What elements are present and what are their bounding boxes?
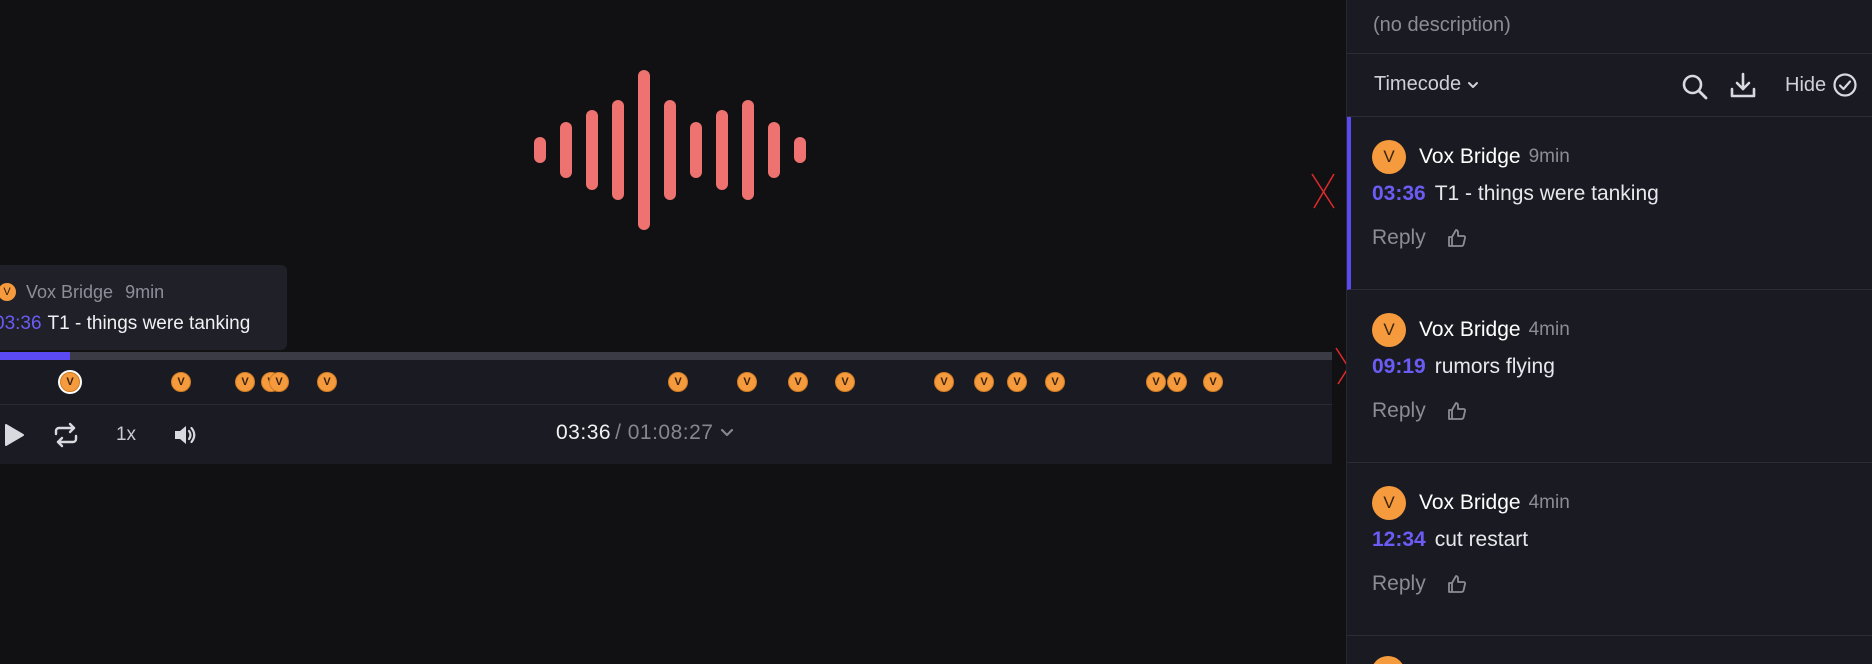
check-circle-icon xyxy=(1833,73,1857,97)
comment-marker[interactable]: V xyxy=(1045,372,1065,392)
loop-button[interactable] xyxy=(50,419,82,451)
comments-panel: (no description) Timecode Hide V Vox Bri… xyxy=(1346,0,1872,664)
tooltip-text: T1 - things were tanking xyxy=(47,313,251,334)
comment-marker[interactable]: V xyxy=(1007,372,1027,392)
progress-track[interactable] xyxy=(0,352,1332,360)
current-time: 03:36 xyxy=(556,421,612,444)
loop-icon xyxy=(54,422,78,448)
comment-marker[interactable]: V xyxy=(1203,372,1223,392)
comment-item[interactable]: V Vox Bridge 9min 03:36 T1 - things were… xyxy=(1347,117,1872,290)
like-button[interactable] xyxy=(1446,573,1468,595)
comment-marker[interactable]: V xyxy=(835,372,855,392)
waveform-bar xyxy=(534,137,546,163)
comment-marker[interactable]: V xyxy=(171,372,191,392)
comments-toolbar: Timecode Hide xyxy=(1347,54,1872,117)
comment-marker[interactable]: V xyxy=(317,372,337,392)
comment-time-ago: 4min xyxy=(1528,491,1570,513)
annotation-x-mark xyxy=(1311,173,1335,209)
comment-marker[interactable]: V xyxy=(788,372,808,392)
comment-marker[interactable]: V xyxy=(1146,372,1166,392)
comment-marker[interactable]: V xyxy=(668,372,688,392)
time-readout[interactable]: 03:36 / 01:08:27 xyxy=(556,421,735,445)
reply-button[interactable]: Reply xyxy=(1372,572,1426,596)
comment-text: rumors flying xyxy=(1434,355,1555,378)
waveform-bar xyxy=(586,110,598,190)
play-icon xyxy=(5,424,24,446)
comment-marker[interactable]: V xyxy=(1167,372,1187,392)
volume-button[interactable] xyxy=(170,419,200,451)
description-row: (no description) xyxy=(1347,0,1872,54)
playback-speed-label: 1x xyxy=(115,424,137,445)
reply-button[interactable]: Reply xyxy=(1372,399,1426,423)
media-player: V Vox Bridge 9min 03:36 T1 - things were… xyxy=(0,0,1346,664)
comment-timecode[interactable]: 12:34 xyxy=(1372,528,1426,552)
tooltip-timecode: 03:36 xyxy=(0,313,42,334)
comment-marker[interactable]: V xyxy=(235,372,255,392)
comment-item[interactable]: V Vox Bridge 4min 09:19 rumors flying Re… xyxy=(1347,290,1872,463)
comment-timecode[interactable]: 09:19 xyxy=(1372,355,1426,379)
timeline-scrubber[interactable]: VVVVVVVVVVVVVVVVV xyxy=(0,352,1332,404)
avatar: V xyxy=(1372,312,1406,347)
tooltip-avatar: V xyxy=(0,283,16,301)
waveform-bar xyxy=(716,110,728,190)
waveform-bar xyxy=(560,122,572,178)
waveform-bar xyxy=(742,100,754,200)
waveform-bar xyxy=(768,122,780,178)
download-icon xyxy=(1730,72,1756,98)
comment-marker[interactable]: V xyxy=(269,372,289,392)
chevron-down-icon xyxy=(1468,81,1479,88)
volume-icon xyxy=(175,426,196,444)
tooltip-time-ago: 9min xyxy=(125,281,165,302)
search-icon xyxy=(1682,74,1708,100)
waveform-bar xyxy=(794,137,806,163)
comment-author: Vox Bridge xyxy=(1419,317,1521,341)
waveform-bar xyxy=(638,70,650,230)
reply-button[interactable]: Reply xyxy=(1372,226,1426,250)
sort-select[interactable]: Timecode xyxy=(1374,73,1479,96)
like-button[interactable] xyxy=(1446,227,1468,249)
comment-author: Vox Bridge xyxy=(1419,490,1521,514)
waveform-bar xyxy=(690,122,702,178)
waveform-bar xyxy=(612,100,624,200)
marker-hover-tooltip: V Vox Bridge 9min 03:36 T1 - things were… xyxy=(0,265,287,350)
thumbs-up-icon xyxy=(1447,402,1466,420)
comment-timecode[interactable]: 03:36 xyxy=(1372,182,1426,206)
duration-time: / 01:08:27 xyxy=(615,421,714,444)
chevron-down-icon xyxy=(721,428,734,437)
search-comments-button[interactable] xyxy=(1680,72,1710,102)
play-button[interactable] xyxy=(0,419,28,451)
avatar: V xyxy=(1372,485,1406,520)
comment-author: Vox Bridge xyxy=(1419,144,1521,168)
comment-text: T1 - things were tanking xyxy=(1434,182,1659,205)
tooltip-author: Vox Bridge xyxy=(26,281,114,302)
comment-list: V Vox Bridge 9min 03:36 T1 - things were… xyxy=(1347,117,1872,636)
like-button[interactable] xyxy=(1446,400,1468,422)
download-comments-button[interactable] xyxy=(1727,70,1759,102)
sort-select-label: Timecode xyxy=(1374,73,1462,95)
player-controls: 1x 03:36 / 01:08:27 xyxy=(0,404,1332,464)
thumbs-up-icon xyxy=(1447,575,1466,593)
comment-text: cut restart xyxy=(1434,528,1529,551)
progress-fill xyxy=(0,352,71,360)
hide-completed-toggle[interactable]: Hide xyxy=(1785,72,1858,98)
avatar: V xyxy=(1372,139,1406,174)
audio-waveform-icon xyxy=(530,70,806,230)
asset-description: (no description) xyxy=(1373,14,1511,36)
hide-label: Hide xyxy=(1785,73,1827,96)
comment-marker[interactable]: V xyxy=(60,372,80,392)
comment-time-ago: 4min xyxy=(1528,318,1570,340)
comment-item[interactable]: V Vox Bridge 4min 12:34 cut restart Repl… xyxy=(1347,463,1872,636)
comment-marker[interactable]: V xyxy=(934,372,954,392)
comment-time-ago: 9min xyxy=(1528,145,1570,167)
playback-speed-button[interactable]: 1x xyxy=(112,419,140,451)
waveform-bar xyxy=(664,100,676,200)
comment-marker[interactable]: V xyxy=(974,372,994,392)
thumbs-up-icon xyxy=(1447,229,1466,247)
comment-marker[interactable]: V xyxy=(737,372,757,392)
